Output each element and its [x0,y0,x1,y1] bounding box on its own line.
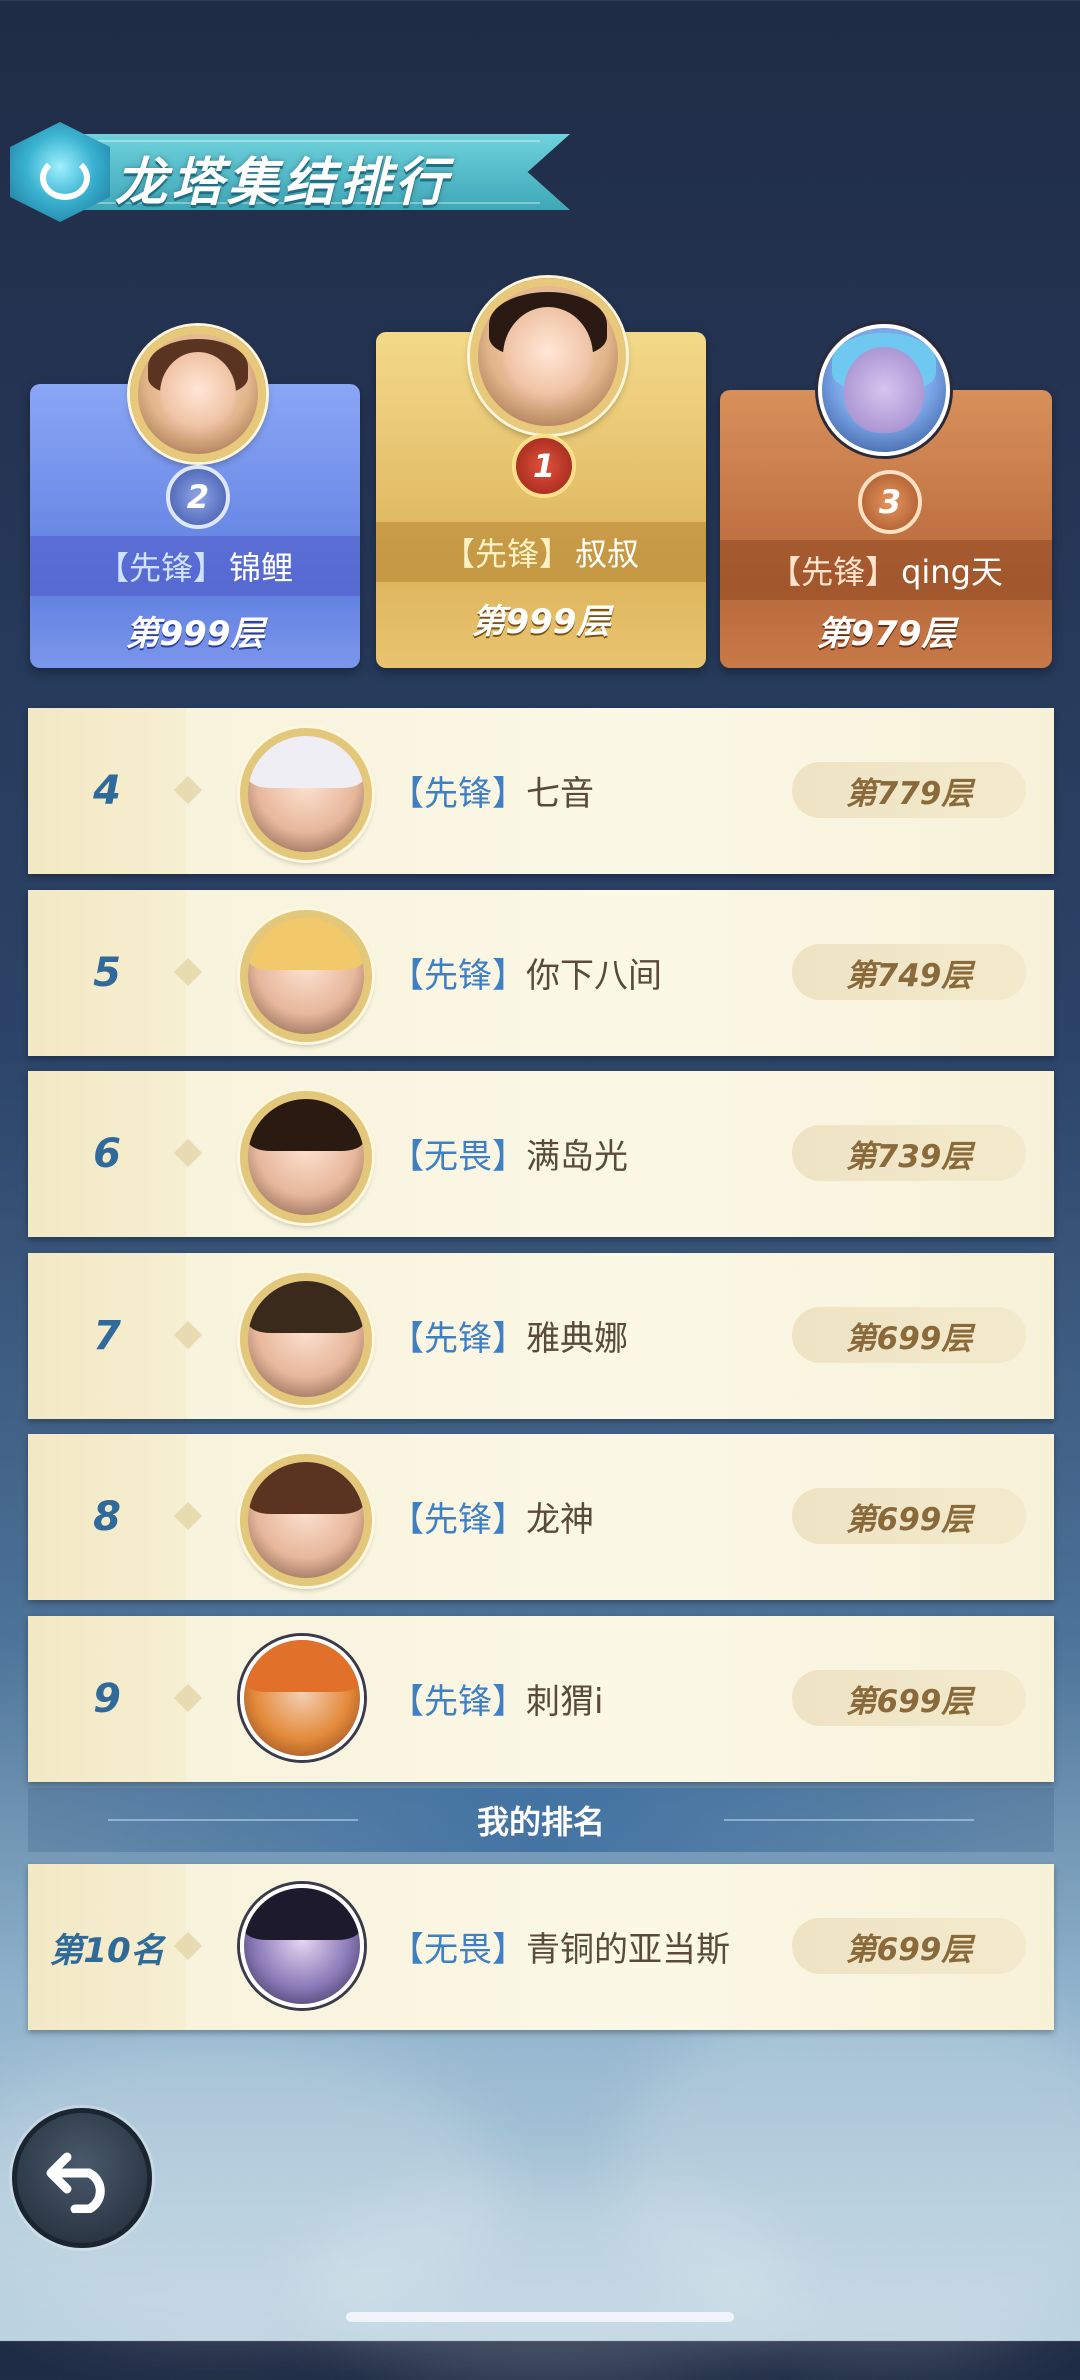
rank-medal-2: 2 [166,465,230,529]
page-title: 龙塔集结排行 [115,153,452,213]
avatar[interactable] [240,1884,364,2008]
list-item[interactable]: 4 【先锋】七音 第779层 [28,708,1054,874]
guild-tag: 【先锋】 [390,1319,526,1359]
player-name-text: 龙神 [526,1500,594,1540]
list-item[interactable]: 6 【无畏】满岛光 第739层 [28,1071,1054,1237]
avatar[interactable] [240,1636,364,1760]
back-arrow-icon [46,2152,105,2213]
list-item[interactable]: 7 【先锋】雅典娜 第699层 [28,1253,1054,1419]
floor-badge: 第699层 [792,1488,1026,1544]
guild-tag: 【先锋】 [96,549,225,587]
rank-medal-3: 3 [858,470,922,534]
player-name: 【先锋】雅典娜 [390,1311,628,1360]
player-name: qing天 [901,553,1003,591]
player-name: 【先锋】龙神 [390,1492,594,1541]
avatar[interactable] [240,1091,372,1223]
player-name: 锦鲤 [229,549,294,587]
player-name-text: 你下八间 [526,956,662,996]
rank-number: 5 [28,890,186,1056]
guild-tag: 【先锋】 [442,535,571,573]
player-name: 叔叔 [575,535,640,573]
floor-badge: 第749层 [792,944,1026,1000]
player-name: 【先锋】刺猬i [390,1674,603,1723]
rank-number: 9 [28,1616,186,1782]
floor-badge: 第699层 [792,1918,1026,1974]
avatar-rank-3[interactable] [818,324,950,456]
player-name: 【无畏】青铜的亚当斯 [390,1922,730,1971]
podium-name-bar: 【先锋】 锦鲤 [30,536,360,596]
floor-badge: 第699层 [792,1670,1026,1726]
list-item[interactable]: 8 【先锋】龙神 第699层 [28,1434,1054,1600]
player-name-text: 雅典娜 [526,1319,628,1359]
rank-medal-1: 1 [512,434,576,498]
player-name: 【无畏】满岛光 [390,1129,628,1178]
rank-number: 7 [28,1253,186,1419]
rank-number: 6 [28,1071,186,1237]
floor-value: 第999层 [125,614,265,654]
floor-badge: 第779层 [792,762,1026,818]
guild-tag: 【无畏】 [390,1137,526,1177]
player-name-text: 刺猬i [526,1682,604,1722]
podium-name-bar: 【先锋】 叔叔 [376,522,706,582]
floor-badge: 第739层 [792,1125,1026,1181]
avatar-rank-2[interactable] [130,326,266,462]
podium-name-bar: 【先锋】 qing天 [720,540,1052,600]
section-label: 我的排名 [476,1803,605,1841]
guild-tag: 【无畏】 [390,1930,526,1970]
guild-tag: 【先锋】 [390,774,526,814]
list-item[interactable]: 9 【先锋】刺猬i 第699层 [28,1616,1054,1782]
home-indicator[interactable] [346,2312,734,2322]
my-rank-row[interactable]: 第10名 【无畏】青铜的亚当斯 第699层 [28,1864,1054,2030]
floor-value: 第999层 [471,602,611,642]
player-name: 【先锋】你下八间 [390,948,662,997]
avatar[interactable] [240,1273,372,1405]
rank-number: 4 [28,708,186,874]
rank-number: 8 [28,1434,186,1600]
guild-tag: 【先锋】 [390,956,526,996]
player-name: 【先锋】七音 [390,766,594,815]
avatar[interactable] [240,728,372,860]
guild-tag: 【先锋】 [390,1682,526,1722]
floor-value: 第979层 [816,614,956,654]
rank-number: 第10名 [28,1864,186,2030]
avatar[interactable] [240,1454,372,1586]
my-ranking-divider: 我的排名 [28,1788,1054,1852]
guild-tag: 【先锋】 [769,553,898,591]
avatar-rank-1[interactable] [470,278,626,434]
avatar[interactable] [240,910,372,1042]
player-name-text: 七音 [526,774,594,814]
floor-badge: 第699层 [792,1307,1026,1363]
player-name-text: 满岛光 [526,1137,628,1177]
guild-tag: 【先锋】 [390,1500,526,1540]
title-banner: 龙塔集结排行 [0,118,590,228]
list-item[interactable]: 5 【先锋】你下八间 第749层 [28,890,1054,1056]
back-button[interactable] [12,2108,152,2248]
player-name-text: 青铜的亚当斯 [526,1930,730,1970]
